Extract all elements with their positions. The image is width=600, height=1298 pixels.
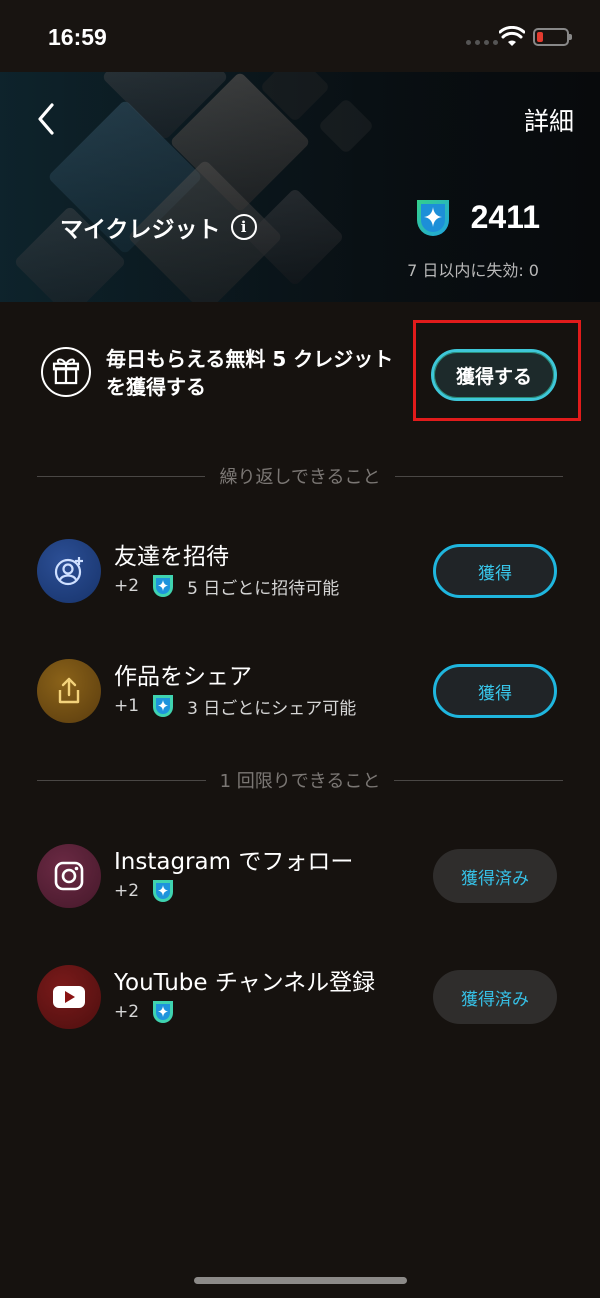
expiring-credits: 7 日以内に失効: 0 <box>407 261 539 280</box>
task-invite-friend: 友達を招待 +2 5 日ごとに招待可能 獲得 <box>0 533 600 613</box>
credit-shield-icon <box>153 880 174 902</box>
claimed-button[interactable]: 獲得済み <box>433 970 557 1024</box>
task-note: 3 日ごとにシェア可能 <box>187 698 357 719</box>
credit-shield-icon <box>153 575 174 597</box>
task-title: Instagram でフォロー <box>114 849 354 875</box>
task-note: 5 日ごとに招待可能 <box>187 578 340 599</box>
task-reward: +2 <box>114 999 175 1025</box>
my-credit-label: マイクレジット <box>60 217 221 243</box>
wifi-icon <box>499 26 525 46</box>
task-reward: +2 5 日ごとに招待可能 <box>114 573 339 599</box>
task-title: 作品をシェア <box>114 664 252 690</box>
section-label-repeatable: 繰り返しできること <box>219 467 381 488</box>
task-title: YouTube チャンネル登録 <box>114 970 376 996</box>
battery-icon <box>533 28 572 46</box>
get-credit-button[interactable]: 獲得 <box>433 544 557 598</box>
cellular-signal-icon <box>466 40 498 45</box>
gift-icon <box>41 347 91 397</box>
get-credit-button[interactable]: 獲得 <box>433 664 557 718</box>
credit-shield-icon <box>153 1001 174 1023</box>
share-icon <box>37 659 101 723</box>
claimed-button[interactable]: 獲得済み <box>433 849 557 903</box>
highlight-box <box>413 320 581 421</box>
user-add-icon <box>37 539 101 603</box>
home-indicator[interactable] <box>194 1277 407 1284</box>
credit-balance-value: 2411 <box>470 198 540 235</box>
section-label-one-time: 1 回限りできること <box>219 771 381 792</box>
task-youtube-subscribe: YouTube チャンネル登録 +2 獲得済み <box>0 959 600 1039</box>
task-instagram-follow: Instagram でフォロー +2 獲得済み <box>0 838 600 918</box>
task-reward: +1 3 日ごとにシェア可能 <box>114 693 356 719</box>
credit-shield-icon <box>153 695 174 717</box>
credit-shield-icon <box>416 200 449 236</box>
task-share-work: 作品をシェア +1 3 日ごとにシェア可能 獲得 <box>0 653 600 733</box>
task-reward-amount: +2 <box>114 1002 140 1022</box>
section-divider-one-time: 1 回限りできること <box>37 770 564 792</box>
info-icon[interactable]: i <box>230 214 257 240</box>
status-time: 16:59 <box>48 24 107 50</box>
task-reward-amount: +1 <box>114 696 140 716</box>
task-reward-amount: +2 <box>114 576 140 596</box>
youtube-icon <box>37 965 101 1029</box>
chevron-left-icon[interactable] <box>34 102 60 136</box>
task-reward: +2 <box>114 878 175 904</box>
status-bar: 16:59 <box>0 0 600 72</box>
instagram-icon <box>37 844 101 908</box>
task-title: 友達を招待 <box>114 544 229 570</box>
daily-bonus-line1: 毎日もらえる無料 5 クレジット <box>106 347 394 371</box>
task-reward-amount: +2 <box>114 881 140 901</box>
details-link[interactable]: 詳細 <box>524 102 574 138</box>
my-credit-title: マイクレジット i <box>60 210 257 244</box>
daily-bonus-line2: を獲得する <box>106 375 206 399</box>
daily-bonus-text: 毎日もらえる無料 5 クレジット を獲得する <box>106 345 416 401</box>
section-divider-repeatable: 繰り返しできること <box>37 466 564 488</box>
credit-balance: 2411 <box>413 196 540 238</box>
